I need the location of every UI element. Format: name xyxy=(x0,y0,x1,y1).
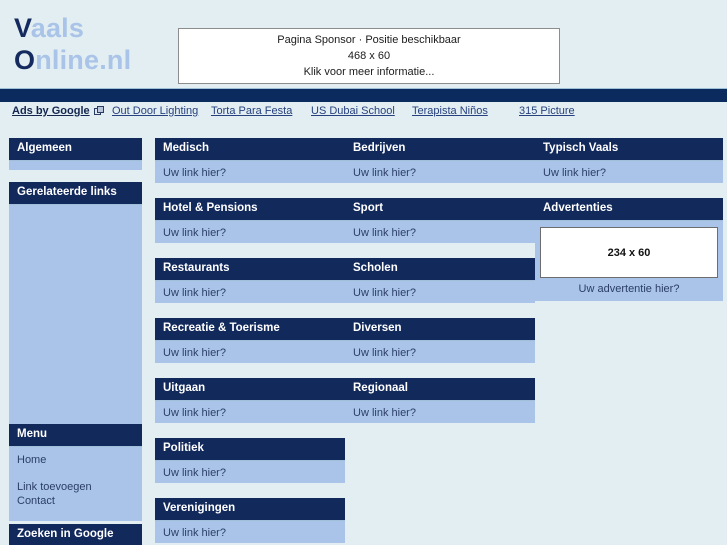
category-title: Bedrijven xyxy=(345,138,535,161)
category-title: Uitgaan xyxy=(155,378,345,401)
category-panel-hotel-pensions: Hotel & Pensions Uw link hier? xyxy=(155,198,345,243)
category-body: Uw link hier? xyxy=(155,281,345,303)
category-title: Hotel & Pensions xyxy=(155,198,345,221)
sidebar-panel-gerelateerde-links: Gerelateerde links xyxy=(9,182,142,427)
advertenties-panel: Advertenties 234 x 60 Uw advertentie hie… xyxy=(535,198,723,301)
category-link-placeholder[interactable]: Uw link hier? xyxy=(163,226,337,240)
category-title: Regionaal xyxy=(345,378,535,401)
category-body: Uw link hier? xyxy=(345,341,535,363)
category-body: Uw link hier? xyxy=(535,161,723,183)
category-title: Restaurants xyxy=(155,258,345,281)
category-body: Uw link hier? xyxy=(345,401,535,423)
category-body: Uw link hier? xyxy=(345,161,535,183)
menu-spacer xyxy=(17,467,134,480)
category-title: Diversen xyxy=(345,318,535,341)
sidebar-menu-body: Home Link toevoegen Contact xyxy=(9,447,142,521)
advertenties-body: 234 x 60 Uw advertentie hier? xyxy=(535,221,723,301)
category-panel-uitgaan: Uitgaan Uw link hier? xyxy=(155,378,345,423)
category-link-placeholder[interactable]: Uw link hier? xyxy=(353,286,527,300)
category-link-placeholder[interactable]: Uw link hier? xyxy=(543,166,715,180)
ad-link-4[interactable]: 315 Picture xyxy=(519,105,575,117)
sponsor-line-2: 468 x 60 xyxy=(347,50,391,62)
logo-rest-online: nline.nl xyxy=(35,45,132,75)
ads-by-google-text: Ads by Google xyxy=(12,105,90,117)
page-root: Vaals Online.nl Pagina Sponsor · Positie… xyxy=(0,0,727,545)
category-title: Medisch xyxy=(155,138,345,161)
ad-link-1[interactable]: Torta Para Festa xyxy=(211,105,292,117)
category-body: Uw link hier? xyxy=(155,221,345,243)
category-body: Uw link hier? xyxy=(345,281,535,303)
category-panel-politiek: Politiek Uw link hier? xyxy=(155,438,345,483)
category-panel-verenigingen: Verenigingen Uw link hier? xyxy=(155,498,345,543)
advertenties-title: Advertenties xyxy=(535,198,723,221)
category-title: Politiek xyxy=(155,438,345,461)
sidebar-gerelateerde-title: Gerelateerde links xyxy=(9,182,142,205)
sidebar-zoeken-title: Zoeken in Google xyxy=(9,524,142,545)
category-body: Uw link hier? xyxy=(155,521,345,543)
category-panel-scholen: Scholen Uw link hier? xyxy=(345,258,535,303)
category-link-placeholder[interactable]: Uw link hier? xyxy=(163,166,337,180)
category-title: Recreatie & Toerisme xyxy=(155,318,345,341)
category-body: Uw link hier? xyxy=(155,401,345,423)
category-panel-typisch-vaals: Typisch Vaals Uw link hier? xyxy=(535,138,723,183)
page-sponsor-banner[interactable]: Pagina Sponsor · Positie beschikbaar 468… xyxy=(178,28,560,84)
category-panel-regionaal: Regionaal Uw link hier? xyxy=(345,378,535,423)
category-title: Scholen xyxy=(345,258,535,281)
menu-item-link-toevoegen[interactable]: Link toevoegen xyxy=(17,480,134,494)
logo-line-1: Vaals xyxy=(14,12,131,44)
sidebar-algemeen-body xyxy=(9,161,142,170)
category-panel-bedrijven: Bedrijven Uw link hier? xyxy=(345,138,535,183)
category-link-placeholder[interactable]: Uw link hier? xyxy=(163,466,337,480)
logo-cap-v: V xyxy=(14,13,31,43)
category-link-placeholder[interactable]: Uw link hier? xyxy=(353,166,527,180)
sidebar-gerelateerde-body xyxy=(9,205,142,427)
logo-rest-vaals: aals xyxy=(30,13,85,43)
category-link-placeholder[interactable]: Uw link hier? xyxy=(353,226,527,240)
category-panel-restaurants: Restaurants Uw link hier? xyxy=(155,258,345,303)
category-body: Uw link hier? xyxy=(155,341,345,363)
external-link-icon xyxy=(93,105,105,117)
navy-divider-bar xyxy=(0,88,727,102)
sponsor-line-1: Pagina Sponsor · Positie beschikbaar xyxy=(277,34,461,46)
category-panel-medisch: Medisch Uw link hier? xyxy=(155,138,345,183)
category-body: Uw link hier? xyxy=(345,221,535,243)
category-link-placeholder[interactable]: Uw link hier? xyxy=(163,406,337,420)
advertisement-slot[interactable]: 234 x 60 xyxy=(540,227,718,278)
category-body: Uw link hier? xyxy=(155,161,345,183)
ads-by-google-label[interactable]: Ads by Google xyxy=(12,105,105,117)
category-link-placeholder[interactable]: Uw link hier? xyxy=(353,346,527,360)
logo-cap-o: O xyxy=(14,45,36,75)
category-panel-recreatie-toerisme: Recreatie & Toerisme Uw link hier? xyxy=(155,318,345,363)
category-link-placeholder[interactable]: Uw link hier? xyxy=(353,406,527,420)
category-panel-diversen: Diversen Uw link hier? xyxy=(345,318,535,363)
category-body: Uw link hier? xyxy=(155,461,345,483)
advertenties-caption[interactable]: Uw advertentie hier? xyxy=(540,283,718,296)
logo-line-2: Online.nl xyxy=(14,44,131,76)
sidebar-algemeen-title: Algemeen xyxy=(9,138,142,161)
category-title: Sport xyxy=(345,198,535,221)
ad-link-2[interactable]: US Dubai School xyxy=(311,105,395,117)
menu-item-contact[interactable]: Contact xyxy=(17,494,134,508)
sidebar-panel-algemeen: Algemeen xyxy=(9,138,142,170)
category-title: Verenigingen xyxy=(155,498,345,521)
category-link-placeholder[interactable]: Uw link hier? xyxy=(163,346,337,360)
sidebar-panel-zoeken-in-google: Zoeken in Google xyxy=(9,524,142,545)
category-panel-sport: Sport Uw link hier? xyxy=(345,198,535,243)
site-logo[interactable]: Vaals Online.nl xyxy=(14,12,131,76)
ad-link-0[interactable]: Out Door Lighting xyxy=(112,105,198,117)
sponsor-line-3: Klik voor meer informatie... xyxy=(303,66,435,78)
menu-item-home[interactable]: Home xyxy=(17,453,134,467)
sidebar-panel-menu: Menu Home Link toevoegen Contact xyxy=(9,424,142,521)
category-title: Typisch Vaals xyxy=(535,138,723,161)
ad-link-3[interactable]: Terapista Niños xyxy=(412,105,488,117)
category-link-placeholder[interactable]: Uw link hier? xyxy=(163,286,337,300)
sidebar-menu-title: Menu xyxy=(9,424,142,447)
category-link-placeholder[interactable]: Uw link hier? xyxy=(163,526,337,540)
ads-by-google-bar: Ads by Google Out Door Lighting Torta Pa… xyxy=(0,103,727,123)
